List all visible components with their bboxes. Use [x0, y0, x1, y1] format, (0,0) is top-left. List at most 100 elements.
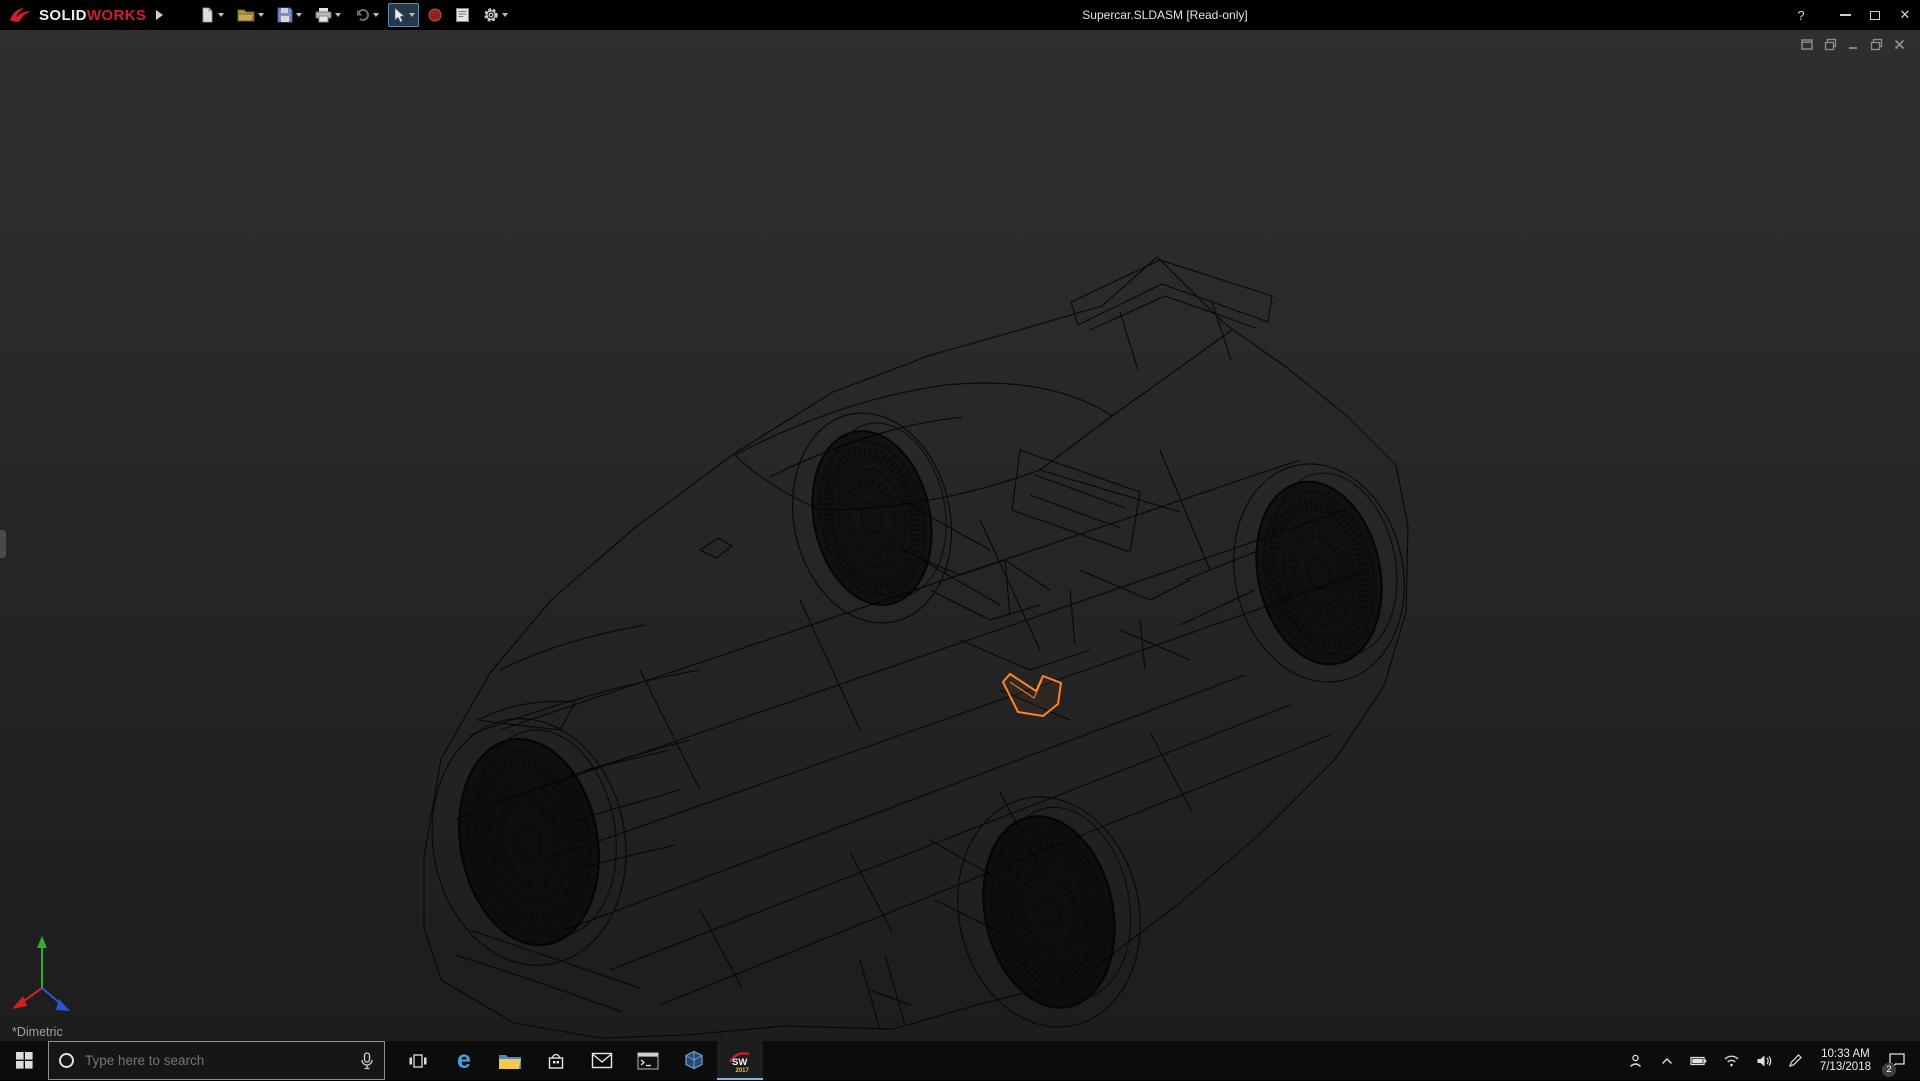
chevron-up-icon	[1661, 1057, 1672, 1064]
tray-overflow-button[interactable]	[1652, 1041, 1682, 1081]
solidworks-logo-icon	[10, 8, 31, 22]
pen-icon	[1788, 1054, 1802, 1067]
save-button[interactable]	[273, 3, 306, 27]
pen-button[interactable]	[1780, 1041, 1811, 1081]
action-center-button[interactable]: 2	[1880, 1041, 1920, 1081]
people-icon	[1629, 1054, 1641, 1067]
select-arrow-icon	[395, 7, 406, 23]
people-button[interactable]	[1619, 1041, 1652, 1081]
notification-badge: 2	[1882, 1062, 1896, 1077]
print-icon	[315, 8, 332, 23]
quick-access-toolbar	[195, 3, 512, 27]
print-dropdown[interactable]	[335, 13, 342, 17]
wireframe-car-model[interactable]	[413, 256, 1424, 1040]
open-dropdown[interactable]	[258, 13, 265, 17]
store-icon	[548, 1053, 564, 1069]
svg-text:2017: 2017	[736, 1068, 750, 1074]
command-prompt-icon	[637, 1051, 659, 1070]
tray-time: 10:33 AM	[1821, 1047, 1870, 1060]
doc-restore-icon[interactable]	[1870, 38, 1883, 51]
featuremanager-collapsed-tab[interactable]	[0, 530, 6, 558]
graphics-viewport[interactable]: *Dimetric	[0, 30, 1920, 1040]
network-button[interactable]	[1715, 1041, 1748, 1081]
taskbar-app-command-prompt[interactable]	[625, 1041, 671, 1080]
taskbar-app-file-explorer[interactable]	[487, 1041, 533, 1080]
mail-icon	[591, 1052, 613, 1069]
3d-builder-icon	[685, 1050, 703, 1070]
new-document-icon	[202, 7, 213, 23]
svg-text:SW: SW	[732, 1057, 747, 1068]
selected-component[interactable]	[1001, 672, 1063, 718]
new-document-dropdown[interactable]	[218, 13, 225, 17]
taskbar-app-3d-builder[interactable]	[671, 1041, 717, 1080]
taskbar-app-store[interactable]	[533, 1041, 579, 1080]
undo-icon	[357, 9, 370, 21]
taskbar-app-mail[interactable]	[579, 1041, 625, 1080]
wheel-rear-left	[796, 412, 963, 616]
tray-date: 7/13/2018	[1819, 1060, 1871, 1073]
taskbar-app-edge[interactable]: e	[441, 1041, 487, 1080]
minimize-button[interactable]	[1830, 0, 1860, 30]
select-dropdown[interactable]	[409, 13, 416, 17]
select-tool-button[interactable]	[388, 3, 420, 27]
window-title: Supercar.SLDASM [Read-only]	[1082, 8, 1248, 22]
file-properties-icon	[456, 8, 470, 22]
file-properties-button[interactable]	[451, 3, 474, 27]
wifi-icon	[1724, 1055, 1739, 1067]
save-floppy-icon	[277, 7, 293, 23]
help-button[interactable]: ?	[1786, 0, 1816, 30]
system-tray: 10:33 AM 7/13/2018 2	[1619, 1041, 1920, 1080]
rebuild-status-icon	[428, 8, 442, 22]
volume-button[interactable]	[1748, 1041, 1780, 1081]
doc-minimize-icon[interactable]	[1847, 38, 1860, 51]
window-controls: ? ✕	[1786, 0, 1920, 30]
3d-model-canvas[interactable]	[0, 30, 1920, 1040]
doc-close-icon[interactable]	[1893, 38, 1906, 51]
reference-triad[interactable]	[12, 936, 70, 1011]
document-window-controls	[1801, 38, 1906, 51]
microphone-icon[interactable]	[360, 1051, 374, 1070]
taskbar-app-solidworks[interactable]: SW 2017	[717, 1041, 763, 1080]
taskbar-search[interactable]	[48, 1041, 385, 1080]
taskbar: e SW 2017	[0, 1040, 1920, 1080]
minimize-icon	[1839, 14, 1851, 16]
new-document-button[interactable]	[195, 3, 228, 27]
cortana-icon	[59, 1053, 74, 1068]
doc-new-window-icon[interactable]	[1801, 38, 1814, 51]
save-dropdown[interactable]	[296, 13, 303, 17]
wheel-rear-right	[1239, 461, 1414, 676]
selected-component-outline[interactable]	[1001, 672, 1063, 718]
maximize-button[interactable]	[1860, 0, 1890, 30]
clock[interactable]: 10:33 AM 7/13/2018	[1811, 1041, 1880, 1081]
close-icon: ✕	[1899, 7, 1911, 22]
file-explorer-icon	[499, 1054, 521, 1069]
task-view-button[interactable]	[395, 1041, 441, 1080]
titlebar: SOLIDWORKS Supercar.SLDASM [Read-only] ?…	[0, 0, 1920, 30]
close-button[interactable]: ✕	[1890, 0, 1920, 30]
doc-cascade-icon[interactable]	[1824, 38, 1837, 51]
battery-icon	[1690, 1056, 1707, 1065]
toolbar-flyout-arrow-icon[interactable]	[156, 10, 164, 20]
print-button[interactable]	[311, 3, 345, 27]
open-button[interactable]	[233, 3, 268, 27]
rebuild-status-button[interactable]	[424, 3, 446, 27]
undo-button[interactable]	[350, 3, 383, 27]
solidworks-app-icon: SW 2017	[729, 1051, 750, 1074]
wheel-front-left	[443, 719, 633, 956]
start-button[interactable]	[0, 1041, 48, 1080]
view-orientation-label: *Dimetric	[12, 1025, 63, 1039]
edge-icon: e	[457, 1046, 471, 1074]
wheel-front-right	[965, 795, 1148, 1020]
brand-text: SOLIDWORKS	[39, 6, 147, 24]
solidworks-logo: SOLIDWORKS	[0, 5, 146, 25]
search-input[interactable]	[83, 1052, 351, 1069]
options-button[interactable]	[479, 3, 512, 27]
task-view-icon	[409, 1053, 427, 1068]
windows-start-icon	[15, 1052, 33, 1069]
options-dropdown[interactable]	[502, 13, 509, 17]
battery-button[interactable]	[1682, 1041, 1715, 1081]
gear-icon	[484, 8, 499, 22]
volume-icon	[1757, 1055, 1771, 1066]
open-folder-icon	[237, 9, 256, 22]
undo-dropdown[interactable]	[373, 13, 380, 17]
